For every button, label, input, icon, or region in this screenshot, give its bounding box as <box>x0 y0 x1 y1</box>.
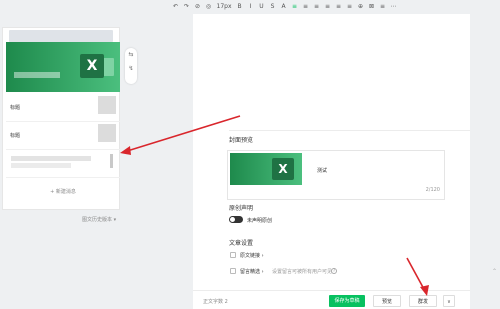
help-icon[interactable]: ? <box>331 268 337 274</box>
save-draft-button[interactable]: 保存为草稿 <box>329 295 365 307</box>
list-item[interactable] <box>6 150 120 178</box>
list-item-thumbnail <box>98 96 116 114</box>
list-icon[interactable]: ≡ <box>377 0 388 14</box>
font-color-button[interactable]: A <box>278 0 289 14</box>
side-tool-buttons: ⇆ ↯ <box>125 48 137 84</box>
excel-icon: X <box>80 54 104 78</box>
comment-select-note: 设置留言可被所有用户可见 <box>272 269 333 275</box>
excel-icon: X <box>272 158 294 180</box>
original-declaration-label: 原创声明 <box>229 205 254 212</box>
editor-toolbar: ↶ ↷ ⊘ ◎ 17px B I U S A ≡ ≡ ≡ ≡ ≡ ≡ ⊕ ⊠ ≡… <box>0 0 500 14</box>
bold-button[interactable]: B <box>234 0 245 14</box>
publish-options-dropdown[interactable]: ∨ <box>443 295 455 307</box>
cover-preview-label: 封面预览 <box>229 137 254 144</box>
more-icon[interactable]: ⋯ <box>388 0 399 14</box>
preview-button[interactable]: 预览 <box>373 295 401 307</box>
divider <box>229 130 470 131</box>
word-count: 正文字数 2 <box>203 299 228 305</box>
account-header <box>9 30 113 42</box>
align-center-icon[interactable]: ≡ <box>300 0 311 14</box>
align-left-icon[interactable]: ≡ <box>289 0 300 14</box>
list-item[interactable]: 标题 <box>6 122 120 150</box>
app-root: ↶ ↷ ⊘ ◎ 17px B I U S A ≡ ≡ ≡ ≡ ≡ ≡ ⊕ ⊠ ≡… <box>0 0 500 309</box>
indent-icon[interactable]: ≡ <box>333 0 344 14</box>
swap-icon[interactable]: ⇆ <box>125 48 137 62</box>
clear-format-icon[interactable]: ⊘ <box>192 0 203 14</box>
arrow-head <box>120 146 131 155</box>
original-toggle[interactable] <box>229 216 243 223</box>
insert-icon[interactable]: ⊕ <box>355 0 366 14</box>
history-version-link[interactable]: 图文历史版本 ▾ <box>82 216 116 223</box>
editor-panel: 封面预览 X 测试 2/120 原创声明 未声明原创 文章设置 原文链接 › 留… <box>193 14 470 309</box>
cover-preview-box[interactable]: X 测试 2/120 <box>227 150 445 200</box>
comment-select-option[interactable]: 留言精选 › <box>240 268 264 275</box>
list-item-title: 标题 <box>10 133 21 139</box>
cover-summary-text: 测试 <box>317 168 328 174</box>
original-link-checkbox[interactable] <box>230 252 236 258</box>
main-article-card[interactable]: X <box>6 42 120 92</box>
article-list-panel: X 标题 标题 + 新建消息 <box>2 27 120 210</box>
original-link-option[interactable]: 原文链接 › <box>240 252 264 259</box>
font-size-select[interactable]: 17px <box>214 0 234 14</box>
article-settings-label: 文章设置 <box>229 240 254 247</box>
undo-icon[interactable]: ↶ <box>170 0 181 14</box>
list-item[interactable]: 标题 <box>6 94 120 122</box>
italic-button[interactable]: I <box>245 0 256 14</box>
sort-icon[interactable]: ↯ <box>125 62 137 76</box>
comment-select-checkbox[interactable] <box>230 268 236 274</box>
summary-char-count: 2/120 <box>425 187 440 193</box>
line-height-icon[interactable]: ≡ <box>344 0 355 14</box>
blurred-text-line <box>11 163 71 168</box>
cover-image[interactable]: X <box>230 153 302 185</box>
new-message-button[interactable]: + 新建消息 <box>6 188 120 195</box>
main-article-title <box>14 72 60 78</box>
format-painter-icon[interactable]: ◎ <box>203 0 214 14</box>
blurred-text-line <box>11 156 91 161</box>
align-right-icon[interactable]: ≡ <box>311 0 322 14</box>
redo-icon[interactable]: ↷ <box>181 0 192 14</box>
publish-button[interactable]: 群发 <box>409 295 437 307</box>
original-toggle-label: 未声明原创 <box>247 218 273 224</box>
bottom-action-bar: 正文字数 2 保存为草稿 预览 群发 ∨ <box>193 290 470 309</box>
strikethrough-button[interactable]: S <box>267 0 278 14</box>
underline-button[interactable]: U <box>256 0 267 14</box>
list-item-title: 标题 <box>10 105 21 111</box>
table-icon[interactable]: ⊠ <box>366 0 377 14</box>
justify-icon[interactable]: ≡ <box>322 0 333 14</box>
expand-icon[interactable]: ⌃ <box>492 268 497 275</box>
drag-handle[interactable] <box>110 154 113 168</box>
list-item-thumbnail <box>98 124 116 142</box>
